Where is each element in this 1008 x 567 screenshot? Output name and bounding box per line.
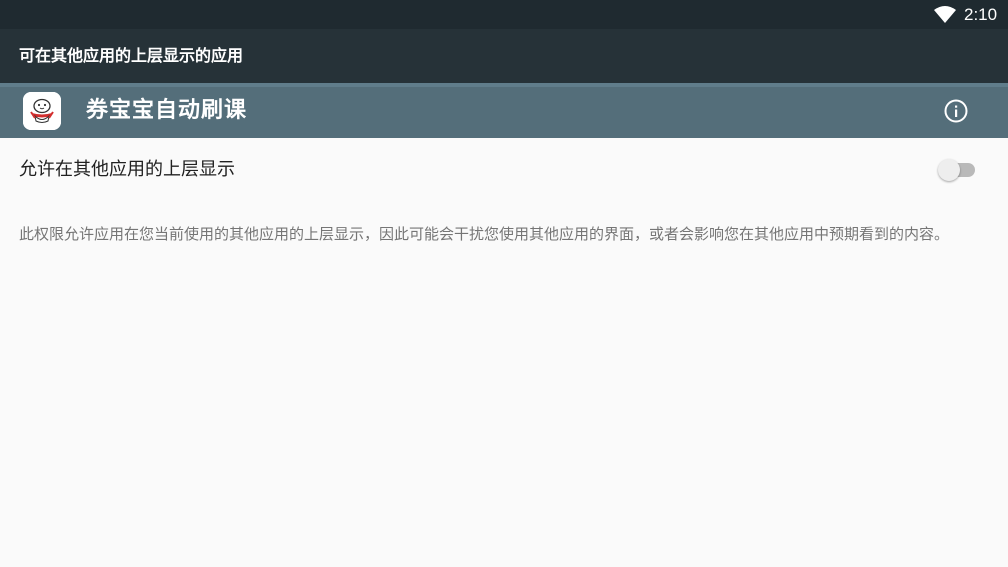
toggle-thumb [938, 159, 960, 181]
overlay-permission-toggle[interactable] [937, 158, 977, 182]
app-name: 券宝宝自动刷课 [86, 98, 248, 123]
page-title: 可在其他应用的上层显示的应用 [19, 46, 244, 65]
overlay-permission-label: 允许在其他应用的上层显示 [19, 159, 235, 180]
overlay-permission-row[interactable]: 允许在其他应用的上层显示 [0, 138, 1008, 202]
app-header-divider [0, 83, 1008, 87]
status-time: 2:10 [964, 5, 998, 24]
app-info-button[interactable] [940, 95, 972, 127]
app-icon [23, 92, 61, 130]
info-icon [944, 99, 968, 123]
wifi-icon [934, 6, 956, 23]
permission-description: 此权限允许应用在您当前使用的其他应用的上层显示，因此可能会干扰您使用其他应用的界… [19, 225, 950, 243]
title-bar: 可在其他应用的上层显示的应用 [0, 29, 1008, 83]
status-bar: 2:10 [0, 0, 1008, 29]
